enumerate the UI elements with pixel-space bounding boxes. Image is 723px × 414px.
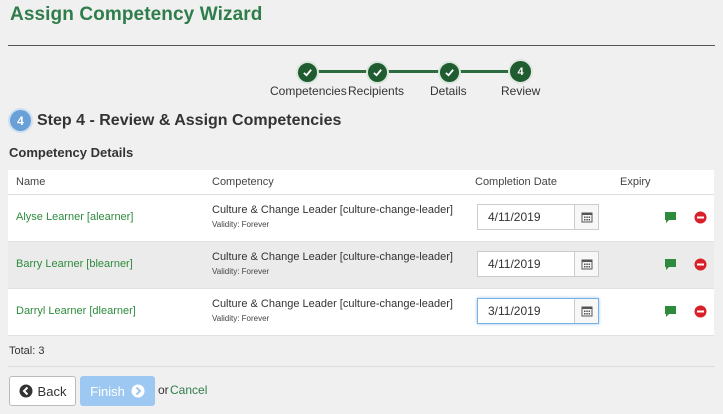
calendar-button[interactable] [574,299,598,323]
competency-title: Culture & Change Leader [culture-change-… [212,251,453,263]
step-2-circle[interactable] [366,61,389,84]
competency-validity: Validity: Forever [212,220,270,229]
check-icon [303,69,312,77]
table-row: Barry Learner [blearner] Culture & Chang… [8,242,714,289]
step-1-circle[interactable] [296,61,319,84]
comment-icon[interactable] [664,211,677,224]
column-header-competency: Competency [212,176,274,188]
finish-button-label: Finish [90,383,125,399]
step-label-review: Review [501,84,541,98]
completion-date-input[interactable] [478,299,574,323]
completion-date-field [477,251,599,277]
step-3-circle[interactable] [438,61,461,84]
calendar-icon [581,259,592,270]
stepper-connector [309,70,522,73]
competency-validity: Validity: Forever [212,267,270,276]
step-label-recipients[interactable]: Recipients [348,84,404,98]
comment-icon[interactable] [664,258,677,271]
learner-name-link[interactable]: Barry Learner [blearner] [16,258,133,270]
competency-table: Name Competency Completion Date Expiry A… [8,170,714,336]
step-number-badge: 4 [10,110,31,131]
cancel-link[interactable]: Cancel [170,383,207,397]
competency-title: Culture & Change Leader [culture-change-… [212,298,453,310]
comment-icon[interactable] [664,305,677,318]
calendar-button[interactable] [574,252,598,276]
competency-cell: Culture & Change Leader [culture-change-… [212,204,453,229]
section-title: Competency Details [9,145,134,160]
wizard-stepper: 4 Competencies Recipients Details Review [0,58,723,102]
arrow-left-circle-icon [19,384,33,398]
learner-name-link[interactable]: Alyse Learner [alearner] [16,211,133,223]
calendar-button[interactable] [574,205,598,229]
calendar-icon [581,212,592,223]
column-header-expiry: Expiry [620,176,651,188]
minus-circle-icon[interactable] [694,211,707,224]
competency-title: Culture & Change Leader [culture-change-… [212,204,453,216]
step-4-circle: 4 [508,59,533,84]
table-row: Alyse Learner [alearner] Culture & Chang… [8,195,714,242]
or-text: or [158,383,169,397]
check-icon [445,69,454,77]
title-divider [8,45,715,46]
table-header: Name Competency Completion Date Expiry [8,170,714,195]
arrow-right-circle-icon [131,384,145,398]
calendar-icon [581,306,592,317]
back-button-label: Back [37,383,67,399]
completion-date-input[interactable] [478,252,574,276]
column-header-completion-date: Completion Date [475,176,557,188]
competency-cell: Culture & Change Leader [culture-change-… [212,298,453,323]
learner-name-link[interactable]: Darryl Learner [dlearner] [16,305,136,317]
wizard-title: Assign Competency Wizard [10,4,263,25]
competency-validity: Validity: Forever [212,314,270,323]
completion-date-field [477,298,599,324]
table-row: Darryl Learner [dlearner] Culture & Chan… [8,289,714,336]
step-heading-text: Step 4 - Review & Assign Competencies [37,111,342,129]
completion-date-input[interactable] [478,205,574,229]
step-label-details[interactable]: Details [430,84,467,98]
step-label-competencies[interactable]: Competencies [270,84,347,98]
total-count: Total: 3 [9,345,45,357]
finish-button[interactable]: Finish [80,376,155,406]
column-header-name: Name [16,176,46,188]
completion-date-field [477,204,599,230]
competency-cell: Culture & Change Leader [culture-change-… [212,251,453,276]
minus-circle-icon[interactable] [694,305,707,318]
back-button[interactable]: Back [9,376,76,406]
footer-divider [8,366,715,367]
check-icon [373,69,382,77]
step-heading: 4 Step 4 - Review & Assign Competencies [10,110,341,131]
minus-circle-icon[interactable] [694,258,707,271]
